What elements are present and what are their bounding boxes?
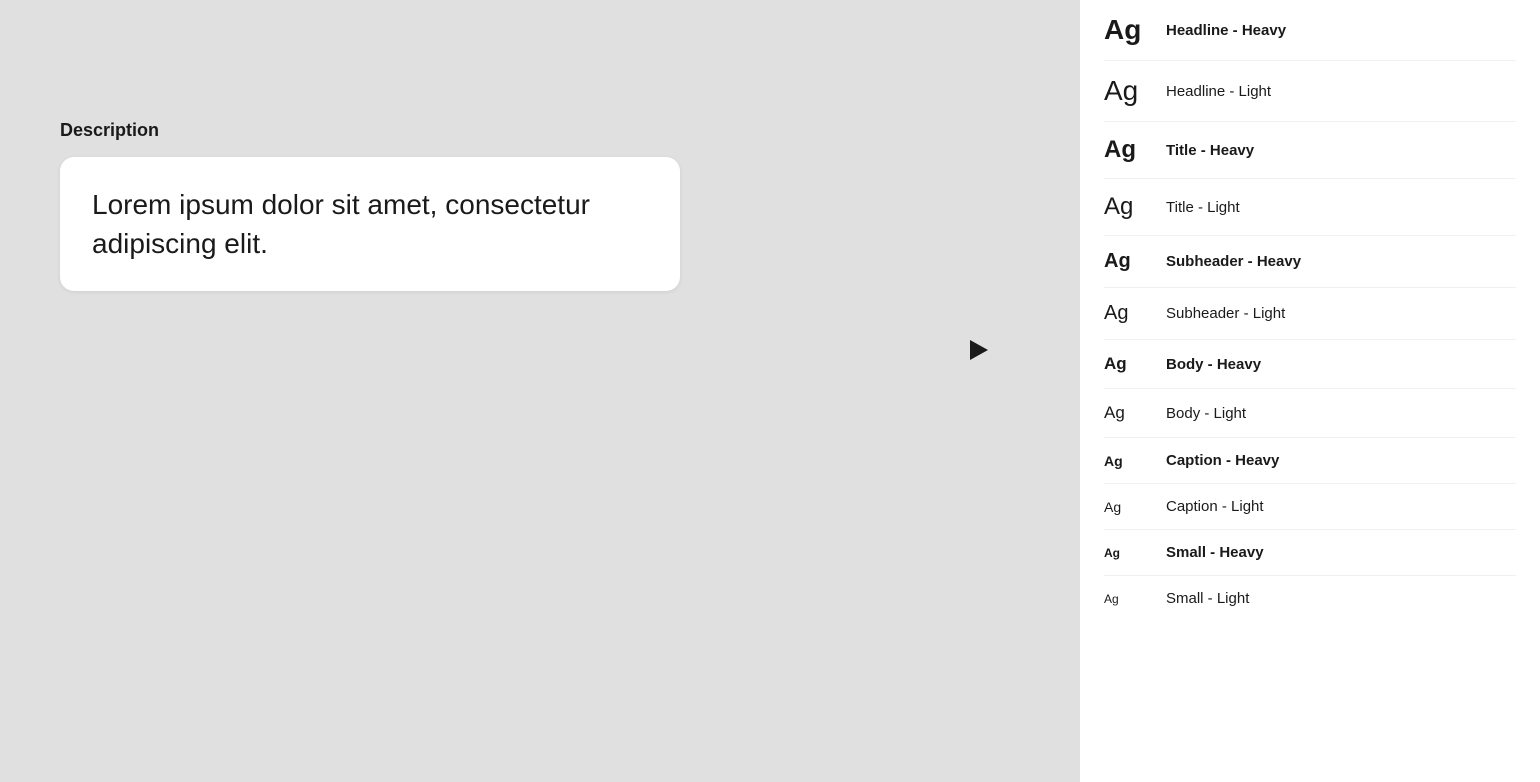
type-item-small-light[interactable]: Ag Small - Light — [1104, 576, 1516, 621]
description-text: Lorem ipsum dolor sit amet, consectetur … — [92, 185, 648, 263]
type-item-small-heavy[interactable]: Ag Small - Heavy — [1104, 530, 1516, 576]
ag-sample-body-heavy: Ag — [1104, 354, 1154, 374]
type-item-caption-heavy[interactable]: Ag Caption - Heavy — [1104, 438, 1516, 484]
type-item-headline-heavy[interactable]: Ag Headline - Heavy — [1104, 0, 1516, 61]
type-label-subheader-light: Subheader - Light — [1166, 305, 1285, 322]
ag-sample-subheader-heavy: Ag — [1104, 250, 1154, 273]
ag-sample-small-heavy: Ag — [1104, 546, 1154, 560]
type-item-subheader-light[interactable]: Ag Subheader - Light — [1104, 288, 1516, 340]
main-area: Description Lorem ipsum dolor sit amet, … — [0, 0, 1080, 782]
description-box: Lorem ipsum dolor sit amet, consectetur … — [60, 157, 680, 291]
ag-sample-title-light: Ag — [1104, 193, 1154, 221]
type-label-headline-heavy: Headline - Heavy — [1166, 22, 1286, 39]
ag-sample-title-heavy: Ag — [1104, 136, 1154, 164]
type-label-caption-light: Caption - Light — [1166, 498, 1264, 515]
ag-sample-caption-light: Ag — [1104, 499, 1154, 515]
ag-sample-caption-heavy: Ag — [1104, 453, 1154, 469]
type-item-caption-light[interactable]: Ag Caption - Light — [1104, 484, 1516, 530]
type-item-title-heavy[interactable]: Ag Title - Heavy — [1104, 122, 1516, 179]
type-item-body-light[interactable]: Ag Body - Light — [1104, 389, 1516, 438]
type-label-title-light: Title - Light — [1166, 199, 1240, 216]
type-label-subheader-heavy: Subheader - Heavy — [1166, 253, 1301, 270]
cursor-icon — [970, 340, 988, 360]
type-item-headline-light[interactable]: Ag Headline - Light — [1104, 61, 1516, 122]
type-item-subheader-heavy[interactable]: Ag Subheader - Heavy — [1104, 236, 1516, 288]
ag-sample-body-light: Ag — [1104, 403, 1154, 423]
type-item-body-heavy[interactable]: Ag Body - Heavy — [1104, 340, 1516, 389]
ag-sample-headline-heavy: Ag — [1104, 14, 1154, 46]
description-label: Description — [60, 120, 1040, 141]
type-label-small-heavy: Small - Heavy — [1166, 544, 1264, 561]
sidebar: Ag Headline - Heavy Ag Headline - Light Ag Ti… — [1080, 0, 1540, 782]
type-label-title-heavy: Title - Heavy — [1166, 142, 1254, 159]
type-label-caption-heavy: Caption - Heavy — [1166, 452, 1279, 469]
type-label-small-light: Small - Light — [1166, 590, 1249, 607]
type-label-body-heavy: Body - Heavy — [1166, 356, 1261, 373]
type-label-headline-light: Headline - Light — [1166, 83, 1271, 100]
type-item-title-light[interactable]: Ag Title - Light — [1104, 179, 1516, 236]
ag-sample-headline-light: Ag — [1104, 75, 1154, 107]
ag-sample-small-light: Ag — [1104, 592, 1154, 606]
type-label-body-light: Body - Light — [1166, 405, 1246, 422]
ag-sample-subheader-light: Ag — [1104, 302, 1154, 325]
